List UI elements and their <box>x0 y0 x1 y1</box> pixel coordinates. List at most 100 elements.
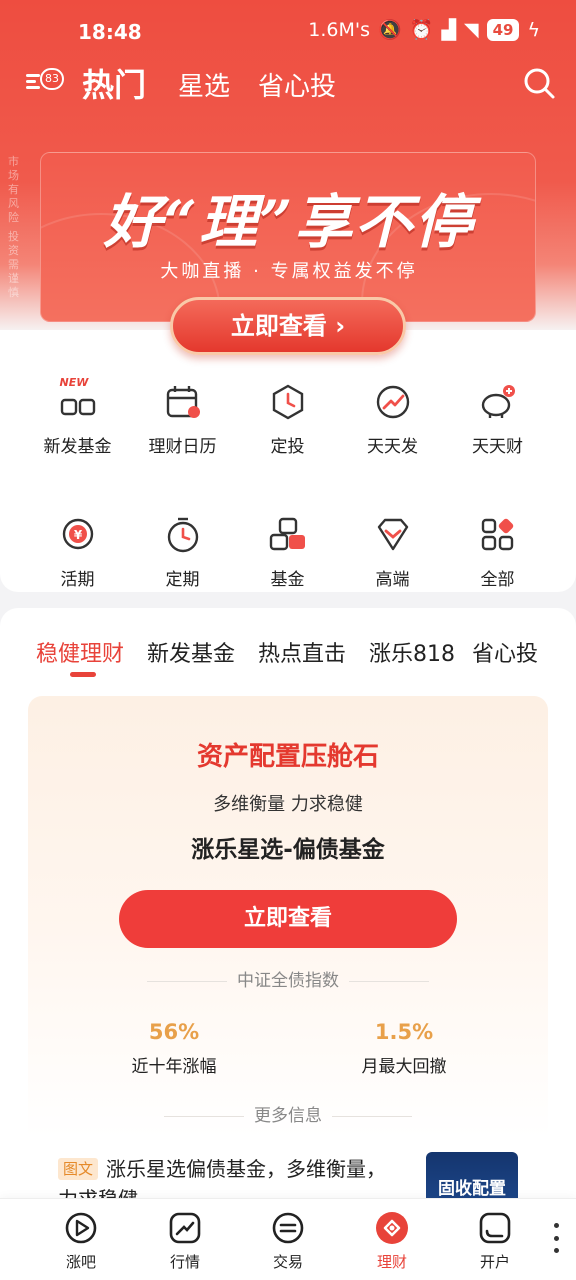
diamond-icon <box>373 515 413 555</box>
search-icon[interactable] <box>522 66 556 100</box>
product-name: 涨乐星选-偏债基金 <box>191 837 385 863</box>
yuan-coin-icon: ¥ <box>58 515 98 555</box>
tab-easy-invest[interactable]: 省心投 <box>472 636 538 668</box>
fund-blocks-icon <box>268 515 308 555</box>
tab-zhangle-818[interactable]: 涨乐818 <box>369 636 455 668</box>
charging-icon: ϟ <box>527 18 540 41</box>
wealth-icon <box>376 1212 408 1244</box>
piggy-bank-icon <box>478 382 518 422</box>
more-options-icon[interactable] <box>554 1223 560 1253</box>
shortcut-premium[interactable]: 高端 <box>340 515 445 590</box>
stat-max-drawdown: 1.5% 月最大回撤 <box>304 1020 504 1077</box>
shortcut-panel: NEW 新发基金 理财日历 定投 天天发 天天财 ¥ 活期 定期 基金 高端 全… <box>0 330 576 592</box>
shortcut-label: 天天发 <box>367 437 418 457</box>
mute-icon: 🔕 <box>377 19 402 41</box>
account-icon <box>479 1212 511 1244</box>
wifi-icon: ◥ <box>463 18 479 41</box>
stat-value: 56% <box>148 1020 200 1044</box>
shortcut-current[interactable]: ¥ 活期 <box>25 515 130 590</box>
shortcut-label: 新发基金 <box>43 437 112 457</box>
signal-icon: ▟ <box>441 18 456 41</box>
menu-line <box>26 86 40 89</box>
new-fund-icon: NEW <box>58 376 98 422</box>
tab-label: 开户 <box>479 1253 510 1271</box>
shortcut-label: 定投 <box>270 437 305 457</box>
product-card: 资产配置压舱石 多维衡量 力求稳健 涨乐星选-偏债基金 立即查看 中证全债指数 … <box>28 696 548 1216</box>
divider-line <box>147 980 227 982</box>
stat-value: 1.5% <box>374 1020 434 1044</box>
status-time: 18:48 <box>78 20 142 44</box>
card-title: 资产配置压舱石 <box>196 742 379 772</box>
tab-open-account[interactable]: 开户 <box>455 1211 535 1272</box>
shortcut-label: 天天财 <box>472 437 523 457</box>
grid-icon <box>478 515 518 555</box>
risk-notice: 投资需谨慎 <box>8 230 19 299</box>
banner-title: 好“理”享不停 <box>103 188 475 256</box>
top-nav: 83 热门 星选 省心投 <box>0 58 576 108</box>
card-subtitle: 多维衡量 力求稳健 <box>213 794 363 815</box>
risk-notice: 市场有风险 <box>8 155 19 224</box>
tab-trade[interactable]: 交易 <box>248 1211 328 1272</box>
bottom-tab-bar: 涨吧 行情 交易 理财 开户 <box>0 1198 576 1280</box>
shortcut-fund[interactable]: 基金 <box>235 515 340 590</box>
stat-label: 近十年涨幅 <box>131 1057 217 1077</box>
tab-easy-invest[interactable]: 省心投 <box>258 66 336 103</box>
view-now-button[interactable]: 立即查看 <box>119 890 457 948</box>
fixed-invest-icon <box>268 382 308 422</box>
net-speed: 1.6M's <box>308 18 370 41</box>
dot <box>554 1223 559 1228</box>
status-right: 1.6M's 🔕 ⏰ ▟ ◥ 49 ϟ <box>308 18 540 41</box>
alarm-icon: ⏰ <box>409 19 434 41</box>
tab-steady-wealth[interactable]: 稳健理财 <box>36 636 124 668</box>
shortcut-fixed-invest[interactable]: 定投 <box>235 382 340 457</box>
content-tabs: 稳健理财 新发基金 热点直击 涨乐818 省心投 <box>0 636 576 676</box>
tab-label: 涨吧 <box>65 1253 96 1271</box>
shortcut-daily-send[interactable]: 天天发 <box>340 382 445 457</box>
banner-subtitle: 大咖直播 · 专属权益发不停 <box>160 261 418 282</box>
index-label-row: 中证全债指数 <box>28 966 548 991</box>
shortcut-fixed-term[interactable]: 定期 <box>130 515 235 590</box>
shortcut-label: 全部 <box>480 570 515 590</box>
svg-text:¥: ¥ <box>73 528 82 542</box>
shortcut-label: 活期 <box>60 570 95 590</box>
tab-hot-topics[interactable]: 热点直击 <box>258 636 346 668</box>
dot <box>554 1235 559 1241</box>
tab-label: 交易 <box>272 1253 303 1271</box>
new-tag: NEW <box>59 376 89 389</box>
divider-line <box>332 1115 412 1117</box>
tab-market[interactable]: 行情 <box>145 1211 225 1272</box>
more-info-label: 更多信息 <box>254 1106 322 1126</box>
message-count-badge: 83 <box>40 68 64 90</box>
menu-button[interactable]: 83 <box>26 66 66 96</box>
shortcut-grid: NEW 新发基金 理财日历 定投 天天发 天天财 ¥ 活期 定期 基金 高端 全… <box>25 376 551 590</box>
divider-line <box>349 980 429 982</box>
shortcut-label: 基金 <box>270 570 305 590</box>
tab-community[interactable]: 涨吧 <box>41 1211 121 1272</box>
shortcut-daily-wealth[interactable]: 天天财 <box>445 382 550 457</box>
shortcut-calendar[interactable]: 理财日历 <box>130 382 235 457</box>
shortcut-label: 高端 <box>375 570 410 590</box>
shortcut-all[interactable]: 全部 <box>445 515 550 590</box>
chart-icon <box>169 1212 201 1244</box>
menu-line <box>26 80 36 83</box>
trend-icon <box>373 382 413 422</box>
more-info-row: 更多信息 <box>28 1101 548 1126</box>
tab-hot[interactable]: 热门 <box>82 60 146 106</box>
dot <box>554 1248 559 1253</box>
tab-new-fund[interactable]: 新发基金 <box>147 636 235 668</box>
transfer-icon <box>272 1212 304 1244</box>
tab-label: 行情 <box>169 1253 200 1271</box>
divider-line <box>164 1115 244 1117</box>
shortcut-new-fund[interactable]: NEW 新发基金 <box>25 376 130 457</box>
tab-star-select[interactable]: 星选 <box>178 66 230 103</box>
banner-view-button[interactable]: 立即查看 › <box>170 297 406 355</box>
tab-wealth[interactable]: 理财 <box>352 1211 432 1272</box>
shortcut-label: 理财日历 <box>148 437 217 457</box>
status-bar: 18:48 1.6M's 🔕 ⏰ ▟ ◥ 49 ϟ <box>0 0 576 62</box>
calendar-icon <box>163 382 203 422</box>
active-tab-indicator <box>70 672 96 677</box>
index-label: 中证全债指数 <box>237 971 339 991</box>
shortcut-label: 定期 <box>165 570 200 590</box>
content-section: 稳健理财 新发基金 热点直击 涨乐818 省心投 资产配置压舱石 多维衡量 力求… <box>0 608 576 1216</box>
stat-label: 月最大回撤 <box>361 1057 447 1077</box>
